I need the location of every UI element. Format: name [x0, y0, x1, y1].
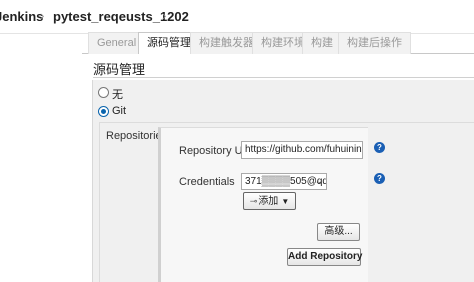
add-repository-button[interactable]: Add Repository: [287, 248, 362, 266]
breadcrumb-jenkins-link[interactable]: Jenkins: [0, 9, 43, 24]
breadcrumb-separator: ›: [162, 8, 167, 23]
help-icon[interactable]: ?: [374, 142, 385, 153]
repository-url-input[interactable]: https://github.com/fuhuiningwe: [241, 141, 363, 159]
add-credentials-label: 添加: [258, 196, 279, 207]
scm-none-radio[interactable]: [98, 87, 109, 98]
add-credentials-button[interactable]: ⊸添加 ▼: [243, 192, 296, 210]
breadcrumb-job-link[interactable]: pytest_reqeusts_1202: [53, 9, 189, 24]
breadcrumb-separator: ›: [40, 8, 45, 23]
section-divider: [93, 77, 474, 78]
advanced-button[interactable]: 高级...: [317, 223, 360, 241]
scm-git-radio[interactable]: [98, 106, 109, 117]
credentials-label: Credentials: [179, 176, 235, 188]
config-tabbar: General 源码管理 构建触发器 构建环境 构建 构建后操作: [82, 30, 474, 55]
key-icon: ⊸: [249, 196, 258, 206]
help-icon[interactable]: ?: [374, 173, 385, 184]
tab-post-build-actions[interactable]: 构建后操作: [338, 32, 411, 54]
section-title: 源码管理: [93, 62, 146, 77]
tab-general[interactable]: General: [88, 32, 146, 54]
scm-git-label[interactable]: Git: [112, 105, 126, 117]
caret-down-icon: ▼: [281, 197, 290, 206]
chevron-down-icon: ⌄: [314, 176, 323, 187]
breadcrumb: Jenkins › pytest_reqeusts_1202 ›: [0, 0, 474, 34]
scm-none-label[interactable]: 无: [112, 86, 123, 102]
tab-build[interactable]: 构建: [302, 32, 342, 54]
credentials-select[interactable]: 371▒▒▒▒505@qq.c ⌄: [241, 173, 327, 190]
